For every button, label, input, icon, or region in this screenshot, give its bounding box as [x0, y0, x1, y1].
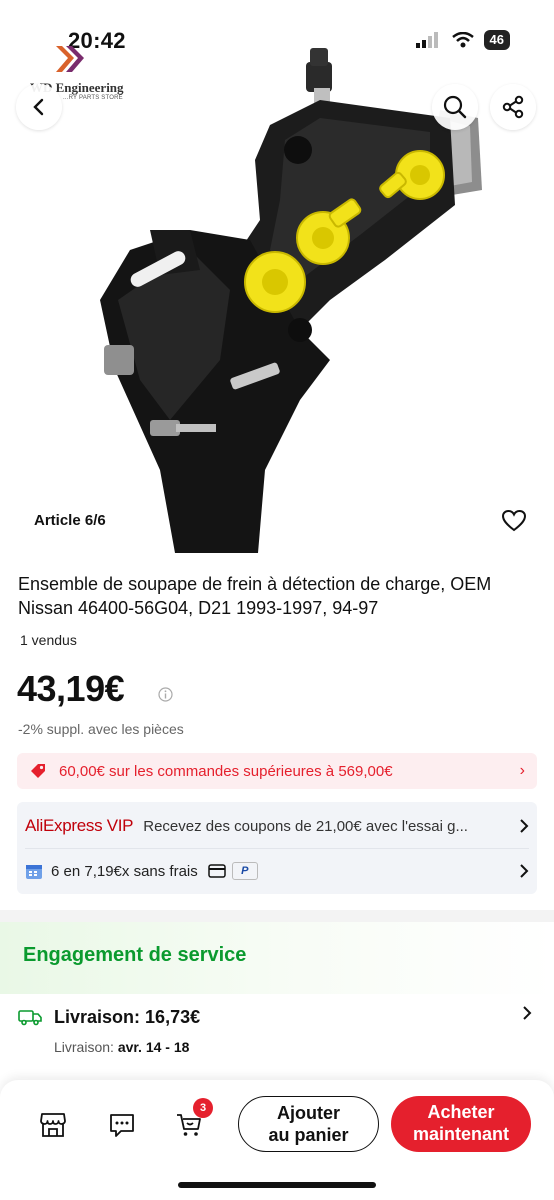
signal-icon — [415, 32, 438, 48]
share-button[interactable] — [490, 84, 536, 130]
product-image-gallery[interactable]: 20:42 46 WD Engineering ...RY PARTS STOR… — [0, 0, 554, 553]
paypal-icon: P — [231, 862, 258, 880]
share-icon — [502, 95, 524, 119]
section-divider — [0, 910, 554, 922]
buy-now-button[interactable]: Acheter maintenant — [391, 1096, 531, 1152]
coupon-tag-icon — [31, 764, 45, 778]
vip-offer-row[interactable]: AliExpress VIP Recevez des coupons de 21… — [25, 812, 529, 840]
bundle-discount-note: -2% suppl. avec les pièces — [18, 721, 184, 737]
card-icon — [208, 864, 226, 878]
chat-button[interactable] — [107, 1110, 137, 1140]
image-counter: Article 6/6 — [18, 505, 122, 537]
add-to-cart-button[interactable]: Ajouter au panier — [238, 1096, 379, 1152]
coupon-banner[interactable]: 60,00€ sur les commandes supérieures à 5… — [17, 753, 537, 789]
divider — [25, 848, 529, 849]
calendar-icon — [26, 865, 42, 879]
info-icon[interactable] — [158, 687, 173, 702]
wishlist-button[interactable] — [494, 504, 534, 538]
delivery-dates: avr. 14 - 18 — [117, 1039, 190, 1055]
buy-now-label-line1: Acheter — [427, 1102, 495, 1122]
cart-count-badge: 3 — [193, 1098, 213, 1118]
coupon-text: 60,00€ sur les commandes supérieures à 5… — [59, 762, 393, 780]
search-icon — [443, 95, 467, 119]
delivery-estimate: Livraison: avr. 14 - 18 — [54, 1039, 189, 1055]
store-icon — [40, 1113, 66, 1137]
chevron-right-icon[interactable] — [522, 1006, 532, 1020]
status-icons: 46 — [415, 30, 510, 50]
chevron-right-icon — [520, 819, 529, 833]
delivery-sub-label: Livraison: — [54, 1039, 114, 1055]
benefits-panel: AliExpress VIP Recevez des coupons de 21… — [17, 802, 537, 894]
vip-offer-text: Recevez des coupons de 21,00€ avec l'ess… — [143, 817, 468, 835]
service-title: Engagement de service — [23, 944, 247, 966]
wifi-icon — [451, 32, 474, 48]
bottom-action-bar: 3 Ajouter au panier Acheter maintenant — [0, 1080, 554, 1200]
product-title: Ensemble de soupape de frein à détection… — [18, 574, 492, 618]
search-button[interactable] — [432, 84, 478, 130]
delivery-row[interactable]: Livraison: 16,73€ — [54, 1007, 200, 1028]
chevron-right-icon — [520, 864, 529, 878]
heart-icon — [502, 510, 526, 532]
chat-icon — [110, 1114, 134, 1137]
product-price: 43,19€ — [17, 668, 125, 709]
store-button[interactable] — [38, 1110, 68, 1140]
aliexpress-vip-logo: AliExpress VIP — [25, 816, 134, 835]
brand-logo-subtitle: ...RY PARTS STORE — [63, 95, 123, 101]
home-indicator — [178, 1182, 376, 1188]
add-to-cart-label-line1: Ajouter — [277, 1103, 340, 1123]
add-to-cart-label-line2: au panier — [268, 1125, 349, 1145]
truck-icon — [18, 1010, 42, 1026]
battery-indicator: 46 — [483, 30, 510, 50]
back-icon — [33, 98, 44, 116]
buy-now-label-line2: maintenant — [412, 1124, 509, 1144]
back-button[interactable] — [16, 84, 62, 130]
delivery-price: 16,73€ — [145, 1007, 201, 1027]
sold-count: 1 vendus — [20, 632, 77, 648]
chevron-right-icon: › — [519, 762, 525, 779]
delivery-label: Livraison: — [54, 1007, 141, 1027]
installments-row[interactable]: 6 en 7,19€x sans frais P — [25, 857, 529, 885]
installments-text: 6 en 7,19€x sans frais — [51, 862, 198, 880]
